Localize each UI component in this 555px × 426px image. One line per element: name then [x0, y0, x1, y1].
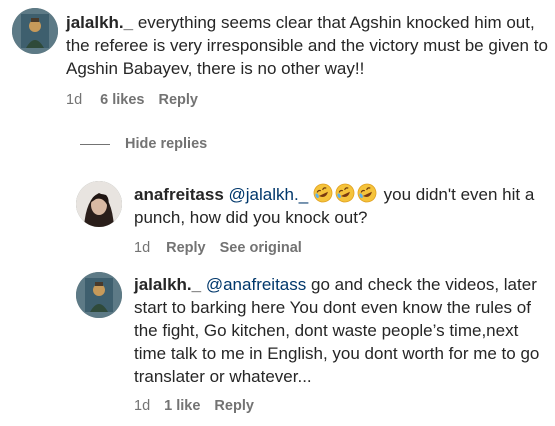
- comment-meta: 1d 6 likes Reply: [66, 92, 212, 108]
- hide-replies-button[interactable]: Hide replies: [80, 136, 207, 152]
- reply-text: anafreitass @jalalkh._ you didn't even h…: [134, 183, 549, 229]
- reply-button[interactable]: Reply: [214, 398, 254, 414]
- likes-count[interactable]: 6 likes: [100, 92, 144, 108]
- timestamp: 1d: [134, 240, 151, 256]
- rofl-emoji-icon: [335, 183, 355, 203]
- comment-text: jalalkh._ everything seems clear that Ag…: [66, 11, 551, 80]
- avatar[interactable]: [76, 181, 122, 227]
- reply-button[interactable]: Reply: [166, 240, 206, 256]
- avatar[interactable]: [76, 272, 122, 318]
- divider: [80, 143, 110, 145]
- mention-link[interactable]: @jalalkh._: [229, 185, 309, 204]
- reply-username[interactable]: jalalkh._: [134, 275, 201, 294]
- avatar-painting-icon: [76, 272, 122, 318]
- avatar-photo-icon: [76, 181, 122, 227]
- rofl-emoji-icon: [313, 183, 333, 203]
- rofl-emoji-icon: [357, 183, 377, 203]
- hide-replies-label: Hide replies: [125, 136, 208, 152]
- avatar-painting-icon: [12, 8, 58, 54]
- likes-count[interactable]: 1 like: [164, 398, 200, 414]
- avatar[interactable]: [12, 8, 58, 54]
- comment-body: everything seems clear that Agshin knock…: [66, 13, 548, 78]
- comment-username[interactable]: jalalkh._: [66, 13, 133, 32]
- timestamp: 1d: [66, 92, 83, 108]
- reply-text: jalalkh._ @anafreitass go and check the …: [134, 273, 550, 388]
- reply-button[interactable]: Reply: [158, 92, 198, 108]
- reply-meta: 1d Reply See original: [134, 240, 302, 256]
- see-original-button[interactable]: See original: [220, 240, 302, 256]
- timestamp: 1d: [134, 398, 151, 414]
- reply-meta: 1d 1 like Reply: [134, 398, 268, 414]
- mention-link[interactable]: @anafreitass: [206, 275, 306, 294]
- reply-username[interactable]: anafreitass: [134, 185, 224, 204]
